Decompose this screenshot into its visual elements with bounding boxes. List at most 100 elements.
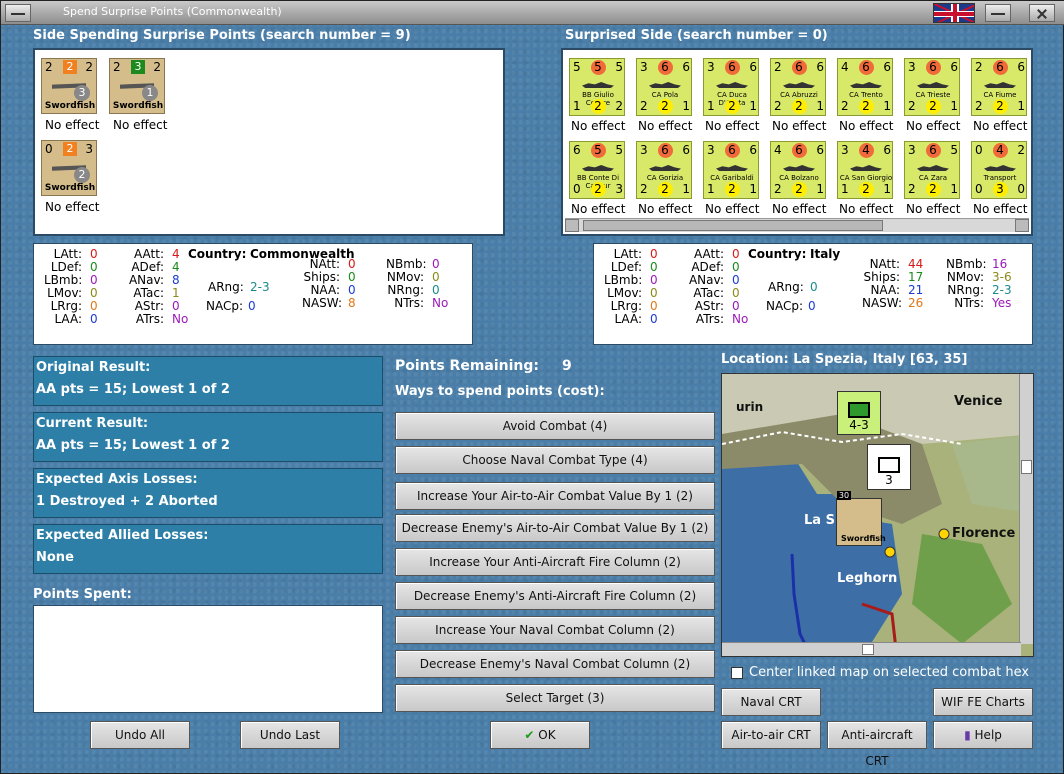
undo-last-button[interactable]: Undo Last [240,721,340,749]
ship-counter[interactable]: 365 CA Zara 221 [904,141,960,199]
ship-counter[interactable]: 366 CA Duca D'Aosta 121 [703,58,759,116]
map-label-turin: urin [736,400,764,414]
ship-stat-b: 6 [992,60,1008,75]
ship-counter[interactable]: 366 CA Gorizia 221 [636,141,692,199]
ship-counter[interactable]: 466 CA Trento 221 [837,58,893,116]
air-to-air-crt-button[interactable]: Air-to-air CRT [721,721,821,749]
ship-stat-a: 3 [908,60,916,74]
ship-stat-e: 2 [992,99,1008,114]
stat-label-aatt: AAtt: [694,247,724,261]
map-unit-corps[interactable]: 4-3 [837,391,881,435]
help-button[interactable]: ▮ Help [933,721,1033,749]
ship-effect: No effect [705,202,760,216]
close-button[interactable] [1029,4,1055,22]
ship-stat-b: 6 [657,143,673,158]
map-horizontal-scrollbar[interactable] [722,642,1021,656]
ship-counter[interactable]: 366 CA Garibaldi 121 [703,141,759,199]
stat-value-nasw: 8 [348,296,356,310]
ship-stat-b: 6 [724,143,740,158]
stat-label-nacp: NACp: [206,299,244,313]
ship-stat-b: 4 [858,143,874,158]
ship-counter[interactable]: 346 CA San Giorgio 121 [837,141,893,199]
map-vscroll-thumb[interactable] [1021,460,1032,474]
restore-button[interactable] [985,4,1011,22]
scroll-right-arrow-icon[interactable] [1015,219,1029,232]
points-remaining-value: 9 [562,358,572,374]
ship-effect: No effect [772,202,827,216]
spend-option-button[interactable]: Increase Your Naval Combat Column (2) [395,616,715,644]
stat-value-lmov: 0 [650,286,658,300]
ship-name: CA Zara [918,174,948,182]
stat-value-ships: 0 [348,270,356,284]
anti-aircraft-crt-button[interactable]: Anti-aircraft CRT [827,721,927,768]
ship-counter[interactable]: 266 CA Abruzzi 221 [770,58,826,116]
ship-stat-a: 3 [707,143,715,157]
spend-option-button[interactable]: Decrease Enemy's Air-to-Air Combat Value… [395,514,715,542]
spend-option-button[interactable]: Avoid Combat (4) [395,412,715,440]
ship-stat-d: 2 [841,99,849,113]
allied-losses-label: Expected Allied Losses: [36,528,209,543]
ship-counter[interactable]: 655 BB Conte Di Cavour 023 [569,141,625,199]
ship-effect: No effect [906,202,961,216]
ship-stat-e: 2 [590,182,606,197]
map-unit-division[interactable]: 3 [867,444,911,490]
ship-stat-d: 2 [640,99,648,113]
map-hscroll-thumb[interactable] [862,644,874,655]
ship-counter[interactable]: 266 CA Fiume 221 [971,58,1027,116]
spend-option-button[interactable]: Decrease Enemy's Naval Combat Column (2) [395,650,715,678]
spend-option-button[interactable]: Increase Your Air-to-Air Combat Value By… [395,482,715,510]
ship-silhouette-icon [716,165,748,171]
ship-counter[interactable]: 555 BB Giulio Cesare 122 [569,58,625,116]
unit-stat-mid: 2 [63,142,77,156]
ships-scrollbar[interactable] [565,218,1029,232]
map-unit-value: 3 [885,473,893,487]
ship-stat-d: 1 [707,99,715,113]
ok-button[interactable]: ✔ OK [490,721,590,749]
naval-crt-button[interactable]: Naval CRT [721,688,821,716]
ship-counter[interactable]: 466 CA Bolzano 221 [770,141,826,199]
stat-value-nrng: 2-3 [992,283,1012,297]
ship-effect: No effect [638,119,693,133]
air-unit-counter[interactable]: 2 3 2 1 Swordfish [109,58,165,114]
air-unit-counter[interactable]: 2 2 2 3 Swordfish [41,58,97,114]
scroll-left-arrow-icon[interactable] [565,219,579,232]
stat-label-natt: NAtt: [869,257,900,271]
undo-all-button[interactable]: Undo All [90,721,190,749]
spend-option-button[interactable]: Select Target (3) [395,684,715,712]
ship-effect: No effect [906,119,961,133]
ship-counter[interactable]: 366 CA Trieste 221 [904,58,960,116]
points-remaining-label: Points Remaining: [395,358,540,374]
ship-stat-a: 2 [975,60,983,74]
ship-name: CA Fiume [983,91,1017,99]
scroll-thumb[interactable] [583,220,883,231]
stat-value-nasw: 26 [908,296,924,310]
minimize-button[interactable] [5,4,31,22]
ship-stat-c: 5 [615,60,623,74]
ship-effect: No effect [839,202,894,216]
map-vertical-scrollbar[interactable] [1019,374,1033,644]
ship-counter[interactable]: 366 CA Pola 221 [636,58,692,116]
linked-map[interactable]: Venice Florence Leghorn La S urin 4-3 3 … [721,373,1034,657]
ship-stat-e: 2 [657,99,673,114]
spend-option-button[interactable]: Increase Your Anti-Aircraft Fire Column … [395,548,715,576]
unit-stat-left: 2 [113,60,121,74]
stat-label-latt: LAtt: [613,247,642,261]
center-map-checkbox[interactable] [731,667,743,679]
spend-option-button[interactable]: Decrease Enemy's Anti-Aircraft Fire Colu… [395,582,715,610]
ship-stat-c: 2 [1017,143,1025,157]
ship-effect: No effect [705,119,760,133]
ship-silhouette-icon [783,82,815,88]
stat-value-atac: 0 [732,286,740,300]
stat-value-arng: 2-3 [250,280,270,294]
allied-losses-box: Expected Allied Losses: None [33,524,383,574]
map-unit-swordfish[interactable]: 30 Swordfish [836,491,886,546]
ship-counter[interactable]: 042 Transport 030 [971,141,1027,199]
spend-option-button[interactable]: Choose Naval Combat Type (4) [395,446,715,474]
ship-stat-a: 3 [707,60,715,74]
ship-stat-e: 2 [791,182,807,197]
points-spent-list[interactable] [33,605,383,713]
air-unit-counter[interactable]: 0 2 3 2 Swordfish [41,140,97,196]
country-label: Country: [748,247,807,261]
stat-value-astr: 0 [172,299,180,313]
wif-fe-charts-button[interactable]: WIF FE Charts [933,688,1033,716]
